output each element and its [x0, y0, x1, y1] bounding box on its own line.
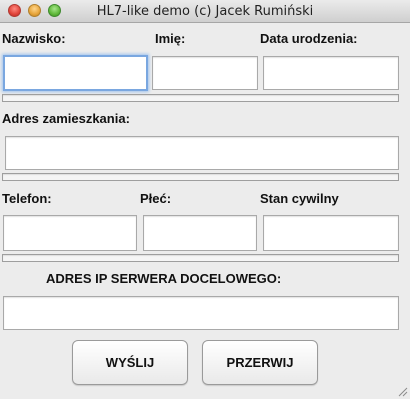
birth-date-label: Data urodzenia:	[260, 31, 358, 46]
title-bar[interactable]: HL7-like demo (c) Jacek Rumiński	[0, 0, 410, 23]
first-name-input[interactable]	[152, 56, 258, 90]
abort-button[interactable]: PRZERWIJ	[202, 340, 318, 385]
separator-3	[2, 254, 399, 262]
sex-label: Płeć:	[140, 191, 172, 206]
birth-date-input[interactable]	[263, 56, 399, 90]
server-ip-input[interactable]	[3, 296, 399, 330]
phone-input[interactable]	[3, 215, 137, 251]
window-title: HL7-like demo (c) Jacek Rumiński	[96, 4, 314, 19]
send-button[interactable]: WYŚLIJ	[72, 340, 188, 385]
surname-input[interactable]	[3, 55, 148, 91]
separator-2	[2, 173, 399, 181]
first-name-label: Imię:	[155, 31, 186, 46]
resize-grip-icon[interactable]	[396, 385, 408, 397]
marital-status-label: Stan cywilny	[260, 191, 339, 206]
address-label: Adres zamieszkania:	[2, 111, 130, 126]
app-window: HL7-like demo (c) Jacek Rumiński Nazwisk…	[0, 0, 410, 399]
address-input[interactable]	[5, 136, 399, 170]
phone-label: Telefon:	[2, 191, 52, 206]
marital-status-input[interactable]	[263, 215, 399, 251]
separator-1	[2, 94, 399, 102]
sex-input[interactable]	[143, 215, 257, 251]
surname-label: Nazwisko:	[2, 31, 66, 46]
server-ip-label: ADRES IP SERWERA DOCELOWEGO:	[46, 271, 282, 286]
